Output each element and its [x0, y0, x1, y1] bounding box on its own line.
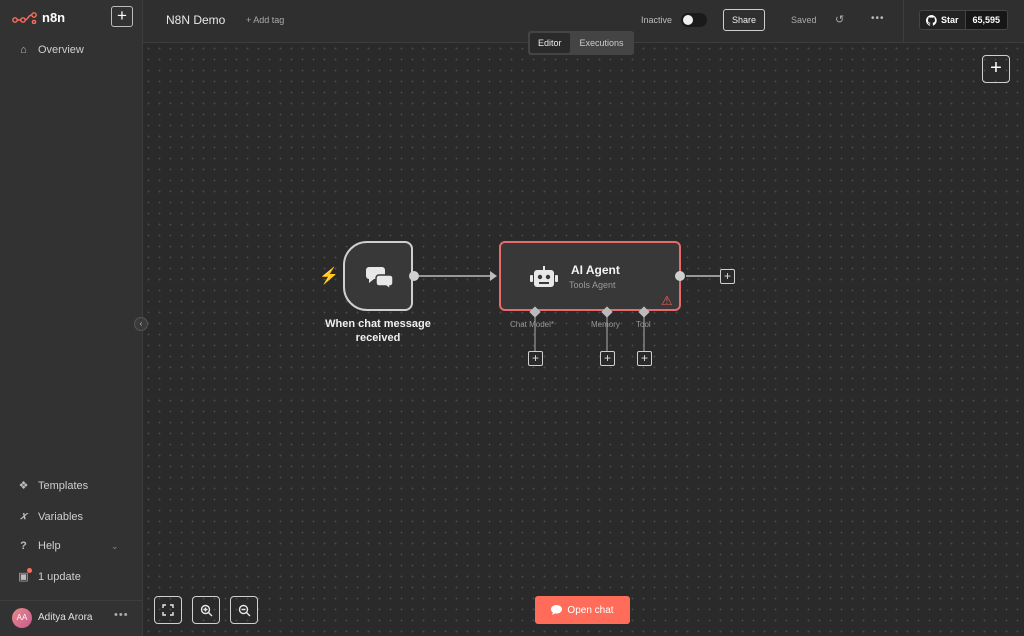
avatar[interactable]: AA [12, 608, 32, 628]
workflow-canvas[interactable] [143, 43, 1024, 636]
chat-bubbles-icon [366, 267, 394, 290]
zoom-out-button[interactable] [230, 596, 258, 624]
fit-view-button[interactable] [154, 596, 182, 624]
variables-icon: 𝑥 [20, 510, 27, 522]
memory-label: Memory [591, 320, 620, 329]
trigger-bolt-icon: ⚡ [319, 268, 339, 285]
history-icon[interactable]: ↺ [835, 13, 844, 26]
github-star-button[interactable]: Star 65,595 [919, 10, 1009, 30]
trigger-node-label: When chat message received [325, 318, 431, 344]
chat-trigger-node[interactable] [343, 241, 413, 311]
user-menu-icon[interactable]: ••• [114, 609, 129, 621]
github-star-label: Star [941, 15, 959, 25]
trigger-output-port[interactable] [409, 271, 419, 281]
sidebar-item-variables[interactable]: 𝑥 Variables [17, 510, 83, 523]
add-node-button[interactable]: + [982, 55, 1010, 83]
update-badge [27, 568, 32, 573]
sidebar: n8n + ⌂ Overview ❖ Templates 𝑥 Variables… [0, 0, 143, 636]
add-chat-model-button[interactable]: + [528, 351, 543, 366]
share-button[interactable]: Share [723, 9, 765, 31]
sidebar-item-label: Variables [38, 510, 84, 523]
n8n-logo-icon [12, 11, 37, 24]
agent-subtitle: Tools Agent [569, 280, 616, 290]
sidebar-item-overview[interactable]: ⌂ Overview [17, 44, 84, 56]
add-tag-button[interactable]: + Add tag [246, 15, 284, 25]
add-memory-button[interactable]: + [600, 351, 615, 366]
tab-executions[interactable]: Executions [572, 33, 632, 53]
github-star-count: 65,595 [964, 11, 1008, 29]
chat-icon [551, 605, 563, 615]
logo-text: n8n [42, 10, 66, 25]
add-output-node-button[interactable]: + [720, 269, 735, 284]
header-divider [903, 0, 904, 43]
zoom-in-button[interactable] [192, 596, 220, 624]
workflow-name[interactable]: N8N Demo [166, 13, 225, 27]
create-workflow-button[interactable]: + [111, 6, 133, 27]
sidebar-item-label: Help [38, 540, 61, 552]
sidebar-item-label: Overview [38, 44, 84, 56]
active-toggle[interactable] [681, 13, 707, 27]
tool-label: Tool [636, 320, 651, 329]
zoom-out-icon [238, 604, 250, 616]
add-tool-button[interactable]: + [637, 351, 652, 366]
saved-status: Saved [791, 15, 817, 25]
github-star: Star [920, 11, 965, 29]
activation-status: Inactive [641, 15, 673, 25]
tab-editor[interactable]: Editor [530, 33, 570, 53]
robot-icon [530, 266, 558, 287]
user-area: AA Aditya Arora ••• [0, 600, 143, 636]
sidebar-item-label: Templates [38, 479, 89, 492]
zoom-in-icon [200, 604, 212, 616]
user-name: Aditya Arora [38, 612, 93, 623]
home-icon: ⌂ [20, 44, 27, 56]
agent-title: AI Agent [571, 263, 620, 277]
templates-icon: ❖ [18, 480, 29, 492]
view-tabs: Editor Executions [528, 31, 634, 55]
sidebar-item-help[interactable]: ? Help [17, 540, 61, 552]
fit-view-icon [162, 604, 174, 616]
collapse-sidebar-button[interactable]: ‹ [134, 317, 148, 331]
ai-agent-node[interactable]: AI Agent Tools Agent ⚠ [499, 241, 681, 311]
n8n-logo[interactable]: n8n [12, 10, 65, 25]
chevron-down-icon[interactable]: ⌄ [111, 541, 119, 552]
sidebar-item-label: 1 update [38, 570, 81, 583]
more-options-icon[interactable]: ••• [871, 13, 885, 24]
github-icon [926, 14, 937, 26]
open-chat-label: Open chat [567, 604, 614, 616]
sidebar-item-templates[interactable]: ❖ Templates [17, 479, 89, 493]
open-chat-button[interactable]: Open chat [535, 596, 630, 624]
help-icon: ? [20, 540, 27, 552]
warning-icon[interactable]: ⚠ [661, 293, 673, 309]
agent-output-port[interactable] [675, 271, 685, 281]
chat-model-label: Chat Model* [510, 320, 555, 329]
